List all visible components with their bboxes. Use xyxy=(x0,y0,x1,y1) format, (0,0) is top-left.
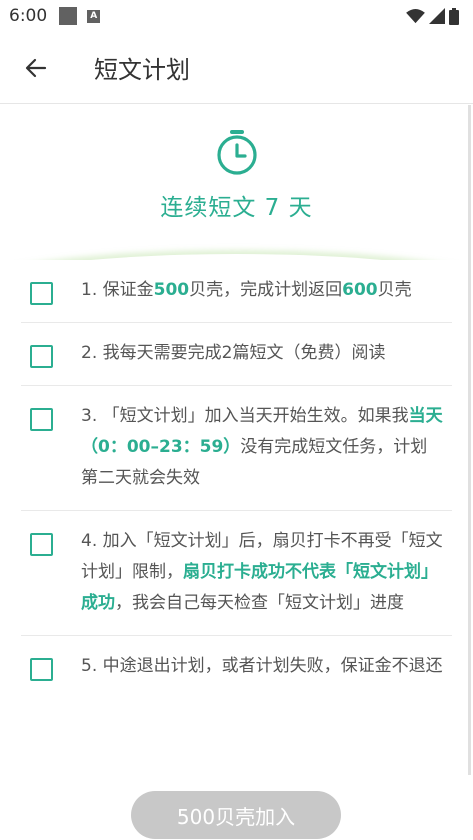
signal-icon xyxy=(429,8,445,24)
rule-item: 1. 保证金500贝壳，完成计划返回600贝壳 xyxy=(21,260,452,323)
rule-text-segment: 贝壳 xyxy=(377,280,412,300)
rule-checkbox[interactable] xyxy=(30,282,53,305)
status-bar: 6:00 A xyxy=(0,0,473,32)
rule-checkbox[interactable] xyxy=(30,533,53,556)
rule-text-highlight: 500 xyxy=(153,280,190,300)
header-curve xyxy=(0,254,473,260)
wifi-icon xyxy=(406,8,425,23)
scrollbar[interactable] xyxy=(468,105,471,775)
plan-title: 连续短文 7 天 xyxy=(160,195,313,221)
rule-text: 5. 中途退出计划，或者计划失败，保证金不退还 xyxy=(81,651,451,682)
toolbar: 短文计划 xyxy=(0,32,473,104)
rule-text-segment: ，我会自己每天检查「短文计划」进度 xyxy=(115,593,404,613)
rule-text-segment: 2. 我每天需要完成2篇短文（免费）阅读 xyxy=(81,343,386,363)
rule-text: 1. 保证金500贝壳，完成计划返回600贝壳 xyxy=(81,275,420,306)
rule-text: 4. 加入「短文计划」后，扇贝打卡不再受「短文计划」限制，扇贝打卡成功不代表「短… xyxy=(81,526,452,619)
back-button[interactable] xyxy=(0,32,72,104)
rule-item: 5. 中途退出计划，或者计划失败，保证金不退还 xyxy=(21,636,452,698)
page-title: 短文计划 xyxy=(94,56,190,84)
rule-text-highlight: 600 xyxy=(342,280,378,300)
status-time: 6:00 xyxy=(9,6,48,26)
rule-checkbox[interactable] xyxy=(30,345,53,368)
rules-list: 1. 保证金500贝壳，完成计划返回600贝壳 2. 我每天需要完成2篇短文（免费… xyxy=(0,260,473,698)
arrow-back-icon xyxy=(25,58,47,77)
rule-text: 2. 我每天需要完成2篇短文（免费）阅读 xyxy=(81,338,393,369)
rule-text-segment: 3. 「短文计划」加入当天开始生效。如果我 xyxy=(81,406,409,426)
notification-a-icon: A xyxy=(87,9,101,23)
join-button[interactable]: 500贝壳加入 xyxy=(131,791,341,839)
status-indicators xyxy=(406,7,459,25)
rule-checkbox[interactable] xyxy=(30,408,53,431)
battery-icon xyxy=(449,7,459,25)
notification-square-icon xyxy=(59,7,78,25)
rule-text: 3. 「短文计划」加入当天开始生效。如果我当天（0：00–23：59）没有完成短… xyxy=(81,401,452,494)
rule-item: 2. 我每天需要完成2篇短文（免费）阅读 xyxy=(21,323,452,386)
rule-text-segment: 贝壳，完成计划返回 xyxy=(189,280,343,300)
rule-text-segment: 5. 中途退出计划，或者计划失败，保证金不退还 xyxy=(81,656,443,676)
rule-text-segment: 1. 保证金 xyxy=(81,280,154,300)
plan-header: 连续短文 7 天 xyxy=(0,104,473,260)
rule-item: 4. 加入「短文计划」后，扇贝打卡不再受「短文计划」限制，扇贝打卡成功不代表「短… xyxy=(21,511,452,636)
rule-checkbox[interactable] xyxy=(30,658,53,681)
rule-item: 3. 「短文计划」加入当天开始生效。如果我当天（0：00–23：59）没有完成短… xyxy=(21,386,452,511)
timer-icon xyxy=(216,130,257,175)
